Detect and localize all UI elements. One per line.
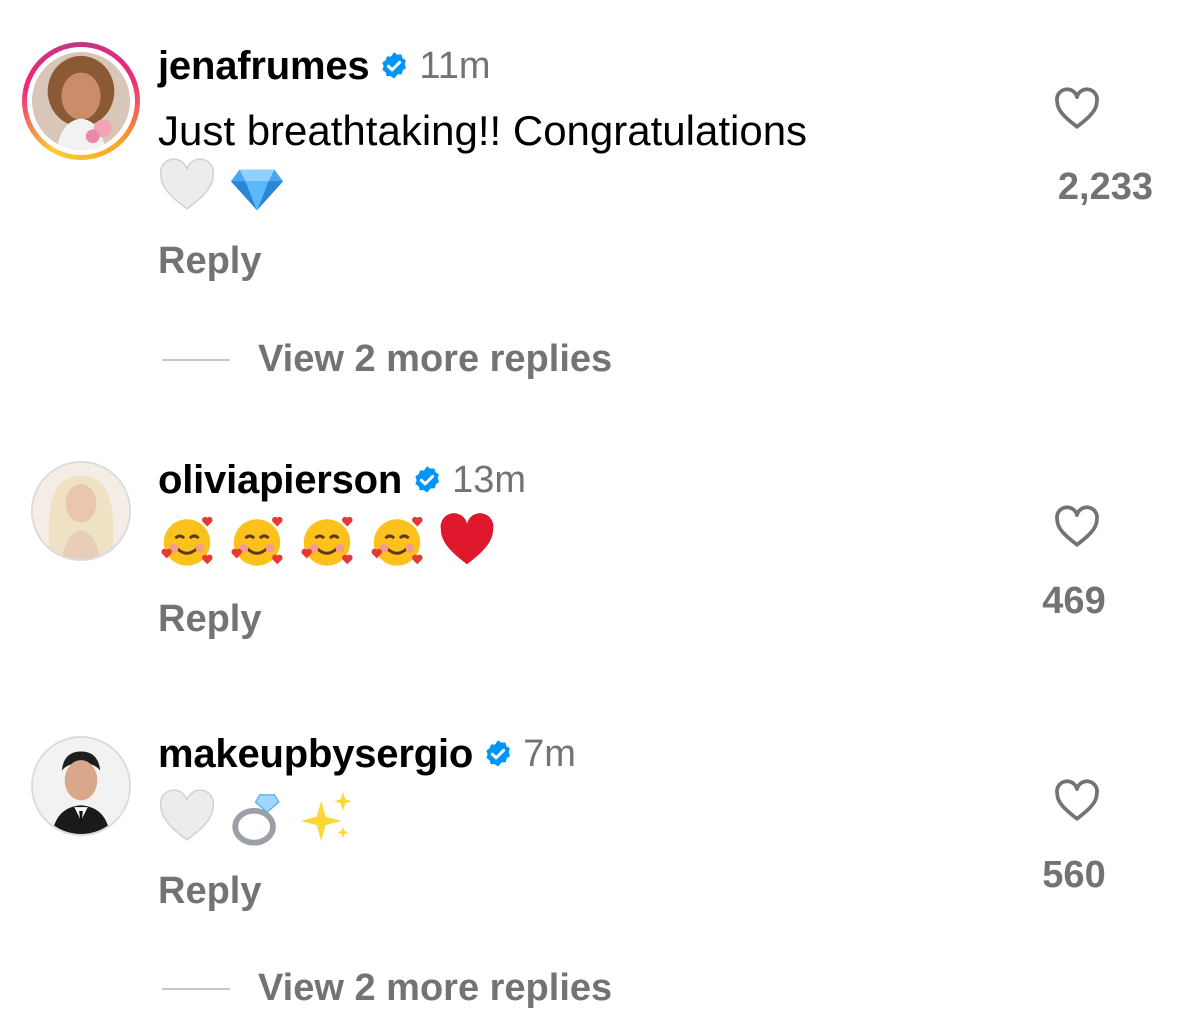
comment-item: makeupbysergio 7m Reply View 2 more repl…: [0, 712, 1179, 1036]
smiling-face-with-hearts-icon: [368, 512, 426, 570]
verified-badge-icon: [412, 465, 442, 495]
comment-timestamp: 13m: [452, 458, 527, 501]
username[interactable]: jenafrumes: [158, 44, 370, 89]
comment-timestamp: 7m: [523, 732, 576, 775]
avatar-container: [22, 727, 140, 845]
comment-timestamp: 11m: [419, 44, 491, 87]
avatar-story-ring[interactable]: [22, 42, 140, 160]
like-count: 469: [1042, 580, 1106, 622]
avatar[interactable]: [32, 52, 130, 150]
divider-line: [162, 358, 230, 361]
comments-list: jenafrumes 11m Just breathtaking!! Congr…: [0, 0, 1179, 1036]
heart-outline-icon[interactable]: [1052, 502, 1102, 552]
comment-item: oliviapierson 13m Reply 469: [0, 440, 1179, 680]
view-more-replies-button[interactable]: View 2 more replies: [162, 338, 612, 381]
like-control: 2,233: [979, 84, 1179, 224]
comment-emojis: [158, 512, 508, 570]
reply-button[interactable]: Reply: [158, 240, 261, 283]
username[interactable]: oliviapierson: [158, 458, 402, 503]
like-control: 560: [979, 776, 1179, 916]
like-control: 469: [979, 502, 1179, 642]
comment-emojis: [158, 789, 368, 847]
avatar-container: [22, 452, 140, 570]
view-more-replies-label: View 2 more replies: [258, 338, 613, 380]
heart-outline-icon[interactable]: [1052, 84, 1102, 134]
heart-outline-icon[interactable]: [1052, 776, 1102, 826]
smiling-face-with-hearts-icon: [228, 512, 286, 570]
white-heart-icon: [158, 158, 216, 216]
view-more-replies-label: View 2 more replies: [258, 967, 613, 1009]
reply-button[interactable]: Reply: [158, 598, 261, 641]
divider-line: [162, 987, 230, 990]
reply-button[interactable]: Reply: [158, 870, 261, 913]
sparkles-icon: [298, 789, 356, 847]
ring-icon: [228, 789, 286, 847]
verified-badge-icon: [483, 739, 513, 769]
smiling-face-with-hearts-icon: [298, 512, 356, 570]
red-heart-icon: [438, 512, 496, 570]
comment-item: jenafrumes 11m Just breathtaking!! Congr…: [0, 0, 1179, 420]
verified-badge-icon: [379, 51, 409, 81]
smiling-face-with-hearts-icon: [158, 512, 216, 570]
comment-emojis: [158, 158, 298, 216]
gem-icon: [228, 158, 286, 216]
like-count: 560: [1042, 854, 1106, 896]
view-more-replies-button[interactable]: View 2 more replies: [162, 967, 612, 1010]
avatar[interactable]: [33, 463, 129, 559]
white-heart-icon: [158, 789, 216, 847]
comment-text: Just breathtaking!! Congratulations: [158, 107, 808, 154]
username[interactable]: makeupbysergio: [158, 732, 473, 777]
like-count: 2,233: [1057, 166, 1153, 208]
avatar[interactable]: [33, 738, 129, 834]
